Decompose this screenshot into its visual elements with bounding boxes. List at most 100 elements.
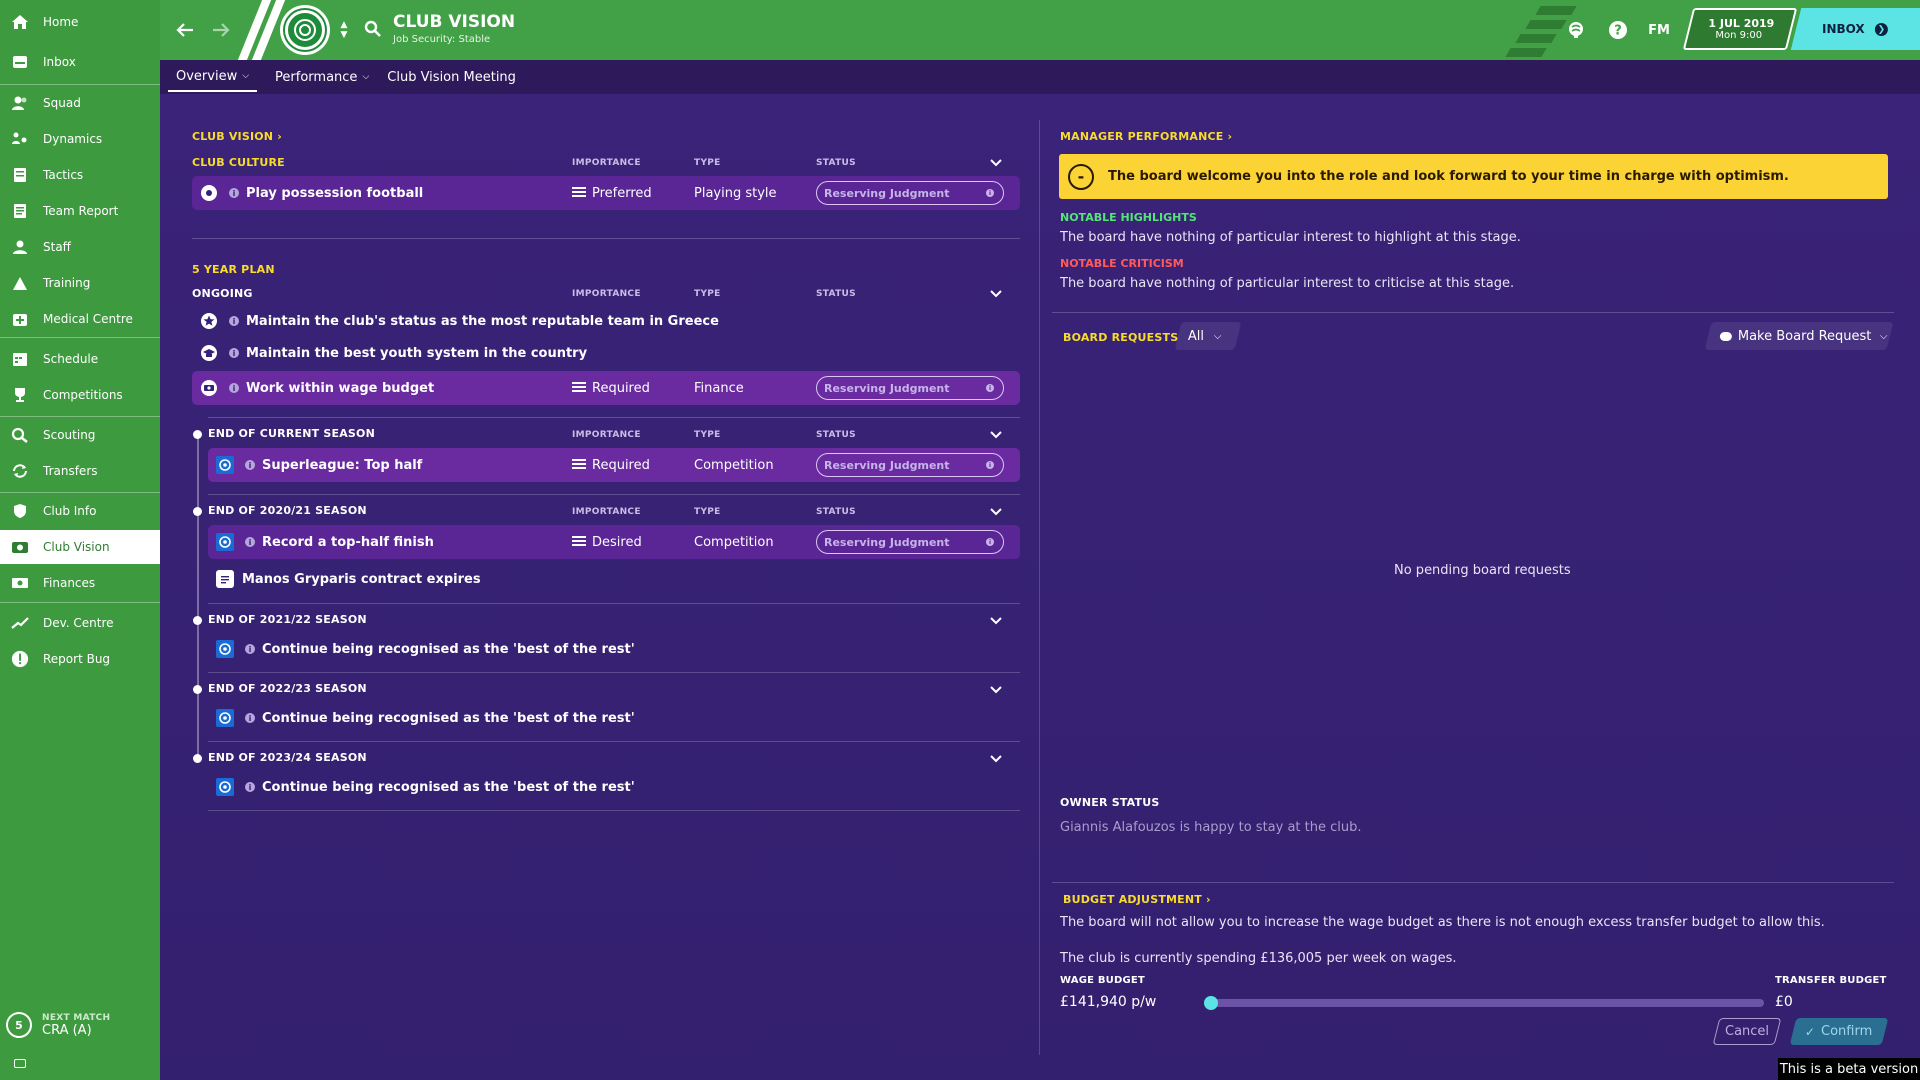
collapse-chevron[interactable] — [989, 507, 1003, 517]
sidebar-item-label: Home — [43, 15, 79, 29]
club-vision-link[interactable]: CLUB VISION › — [192, 130, 282, 143]
season-objective-row[interactable]: i Record a top-half finish Desired Compe… — [208, 525, 1020, 559]
status-pill[interactable]: Reserving Judgment i — [816, 530, 1004, 554]
sidebar-item-competitions[interactable]: Competitions — [0, 378, 160, 412]
league-badge-icon — [216, 640, 234, 658]
make-request-label: Make Board Request — [1738, 328, 1872, 344]
col-type: TYPE — [694, 507, 721, 517]
sidebar-item-club-info[interactable]: Club Info — [0, 494, 160, 528]
manager-performance-link[interactable]: MANAGER PERFORMANCE › — [1060, 130, 1232, 143]
sidebar-item-schedule[interactable]: Schedule — [0, 342, 160, 376]
club-logo[interactable] — [280, 5, 330, 55]
sidebar-item-label: Staff — [43, 240, 71, 254]
col-type: TYPE — [694, 289, 721, 299]
culture-row[interactable]: i Play possession football Preferred Pla… — [192, 176, 1020, 210]
season-objective-row[interactable]: i Continue being recognised as the 'best… — [208, 770, 1020, 804]
sidebar-item-dynamics[interactable]: Dynamics — [0, 122, 160, 156]
next-match[interactable]: 5 NEXT MATCH CRA (A) — [6, 1012, 110, 1038]
sidebar-item-training[interactable]: Training — [0, 266, 160, 300]
info-icon[interactable]: i — [245, 713, 255, 723]
season-objective-row[interactable]: i Continue being recognised as the 'best… — [208, 632, 1020, 666]
sidebar-divider — [0, 337, 160, 338]
info-icon[interactable]: i — [229, 383, 239, 393]
tab-overview[interactable]: Overview ⌵ — [168, 63, 258, 92]
criticism-text: The board have nothing of particular int… — [1060, 276, 1515, 291]
season-objective-row[interactable]: i Superleague: Top half Required Competi… — [208, 448, 1020, 482]
club-switcher[interactable]: ▲ ▼ — [338, 16, 350, 44]
sidebar-item-transfers[interactable]: Transfers — [0, 454, 160, 488]
sidebar-item-label: Scouting — [43, 428, 96, 442]
sidebar-divider — [0, 492, 160, 493]
sidebar-item-report-bug[interactable]: Report Bug — [0, 642, 160, 676]
search-button[interactable] — [362, 18, 384, 40]
status-pill[interactable]: Reserving Judgment i — [816, 453, 1004, 477]
panel-divider — [1039, 120, 1040, 1055]
timeline-dot — [193, 616, 202, 625]
info-icon: i — [986, 384, 994, 392]
inbox-label: INBOX — [1822, 22, 1865, 36]
forward-button[interactable] — [208, 18, 234, 42]
status-pill[interactable]: Reserving Judgment i — [816, 376, 1004, 400]
sidebar-item-staff[interactable]: Staff — [0, 230, 160, 264]
season-heading: END OF 2020/21 SEASON — [208, 504, 367, 517]
report-bug-icon — [11, 650, 29, 668]
training-icon — [11, 274, 29, 292]
five-year-plan-heading: 5 YEAR PLAN — [192, 263, 275, 276]
section-divider — [1052, 312, 1894, 313]
info-icon[interactable]: i — [229, 316, 239, 326]
budget-slider[interactable] — [1204, 996, 1764, 1010]
ongoing-row[interactable]: i Maintain the best youth system in the … — [192, 336, 1020, 370]
sidebar-item-medical-centre[interactable]: Medical Centre — [0, 302, 160, 336]
info-icon[interactable]: i — [245, 782, 255, 792]
transfer-budget-label: TRANSFER BUDGET — [1775, 975, 1887, 986]
info-icon[interactable]: i — [229, 348, 239, 358]
make-board-request-button[interactable]: Make Board Request ⌵ — [1704, 322, 1894, 350]
contract-expiry-row[interactable]: Manos Gryparis contract expires — [208, 562, 1020, 596]
col-status: STATUS — [816, 507, 856, 517]
sidebar-item-tactics[interactable]: Tactics — [0, 158, 160, 192]
collapse-chevron[interactable] — [989, 754, 1003, 764]
collapse-chevron[interactable] — [989, 289, 1003, 299]
cancel-button[interactable]: Cancel — [1712, 1018, 1782, 1045]
sidebar-divider — [0, 84, 160, 85]
inbox-continue-button[interactable]: INBOX ❯ — [1790, 8, 1920, 50]
sidebar-item-dev-centre[interactable]: Dev. Centre — [0, 606, 160, 640]
trophy-button[interactable] — [1564, 18, 1588, 42]
sidebar-item-inbox[interactable]: Inbox — [0, 45, 160, 79]
tab-performance[interactable]: Performance ⌵ — [275, 64, 369, 91]
budget-adjustment-link[interactable]: BUDGET ADJUSTMENT › — [1063, 893, 1211, 906]
fm-menu-button[interactable]: FM — [1644, 18, 1674, 42]
ongoing-row[interactable]: i Maintain the club's status as the most… — [192, 304, 1020, 338]
keyboard-icon[interactable] — [14, 1059, 26, 1068]
slider-handle[interactable] — [1204, 996, 1218, 1010]
sidebar-item-label: Tactics — [43, 168, 84, 182]
date-display[interactable]: 1 JUL 2019 Mon 9:00 — [1682, 8, 1798, 50]
chevron-down-icon — [990, 686, 1002, 694]
chevron-down-icon: ⌵ — [362, 72, 370, 82]
info-icon[interactable]: i — [245, 537, 255, 547]
collapse-chevron[interactable] — [989, 616, 1003, 626]
objective-text: Record a top-half finish — [262, 534, 434, 550]
info-icon[interactable]: i — [229, 188, 239, 198]
ongoing-row[interactable]: i Work within wage budget Required Finan… — [192, 371, 1020, 405]
confirm-button[interactable]: ✓ Confirm — [1789, 1018, 1889, 1045]
sidebar-item-home[interactable]: Home — [0, 5, 160, 39]
sidebar-item-scouting[interactable]: Scouting — [0, 418, 160, 452]
sidebar-item-squad[interactable]: Squad — [0, 86, 160, 120]
collapse-chevron[interactable] — [989, 685, 1003, 695]
sidebar-item-club-vision[interactable]: Club Vision — [0, 530, 160, 564]
info-icon[interactable]: i — [245, 644, 255, 654]
collapse-chevron[interactable] — [989, 158, 1003, 168]
tab-club-vision-meeting[interactable]: Club Vision Meeting — [387, 64, 516, 91]
season-objective-row[interactable]: i Continue being recognised as the 'best… — [208, 701, 1020, 735]
info-icon[interactable]: i — [245, 460, 255, 470]
collapse-chevron[interactable] — [989, 430, 1003, 440]
board-requests-filter[interactable]: All ⌵ — [1174, 322, 1242, 350]
help-button[interactable]: ? — [1606, 18, 1630, 42]
sidebar-item-team-report[interactable]: Team Report — [0, 194, 160, 228]
back-button[interactable] — [172, 18, 198, 42]
type-value: Competition — [694, 457, 774, 473]
status-pill[interactable]: Reserving Judgment i — [816, 181, 1004, 205]
sidebar-item-label: Club Vision — [43, 540, 110, 554]
sidebar-item-finances[interactable]: Finances — [0, 566, 160, 600]
